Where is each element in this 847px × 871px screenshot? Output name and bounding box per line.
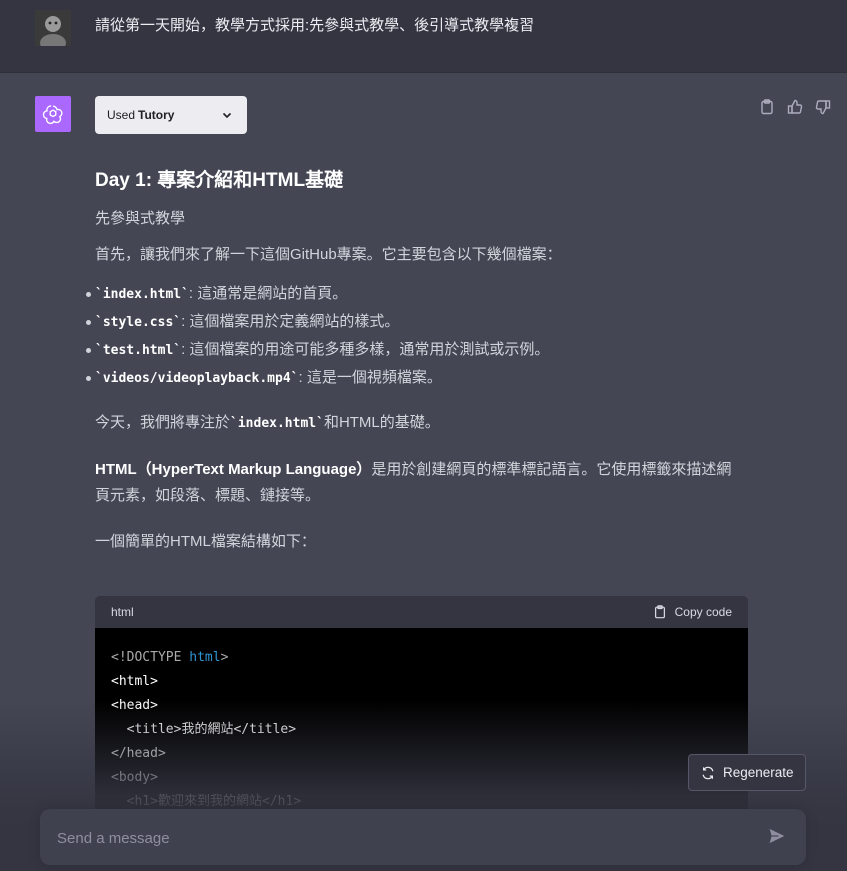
refresh-icon: [702, 766, 714, 779]
message-composer: [40, 809, 806, 867]
thumbs-up-icon[interactable]: [787, 99, 803, 115]
file-list: `index.html`: 這通常是網站的首頁。 `style.css`: 這個…: [86, 280, 745, 392]
inline-code: `test.html`: [95, 343, 182, 358]
copy-clipboard-icon[interactable]: [759, 99, 775, 115]
code-line: <body>: [111, 770, 158, 785]
section-label: 先參與式教學: [95, 210, 186, 227]
assistant-avatar: [35, 96, 71, 132]
code-content: <!DOCTYPE html> <html> <head> <title>我的網…: [95, 628, 748, 816]
code-line: <head>: [111, 698, 158, 713]
focus-text: 今天，我們將專注於: [95, 414, 231, 431]
regenerate-label: Regenerate: [723, 765, 794, 780]
code-line: <!DOCTYPE html>: [111, 650, 229, 665]
plugin-used-prefix: Used: [107, 108, 136, 122]
code-block: html Copy code <!DOCTYPE html> <html> <h…: [95, 596, 748, 816]
list-item-desc: : 這個檔案用於定義網站的樣式。: [181, 313, 400, 330]
response-heading: Day 1: 專案介紹和HTML基礎: [95, 170, 344, 191]
message-input[interactable]: [55, 809, 759, 867]
list-item: `index.html`: 這通常是網站的首頁。: [86, 280, 745, 308]
html-term: HTML（HyperText Markup Language）: [95, 461, 372, 478]
intro-paragraph: 首先，讓我們來了解一下這個GitHub專案。它主要包含以下幾個檔案：: [95, 246, 562, 263]
code-line: <html>: [111, 674, 158, 689]
plugin-used-dropdown[interactable]: Used Tutory: [95, 96, 247, 134]
user-message-text: 請從第一天開始，教學方式採用:先參與式教學、後引導式教學複習: [95, 17, 535, 34]
inline-code: `style.css`: [95, 315, 182, 330]
regenerate-button[interactable]: Regenerate: [688, 754, 806, 791]
list-item-desc: : 這是一個視頻檔案。: [298, 369, 442, 386]
feedback-actions: [759, 99, 831, 115]
plugin-name: Tutory: [138, 108, 175, 122]
code-line: <h1>歡迎來到我的網站</h1>: [111, 794, 302, 809]
thumbs-down-icon[interactable]: [815, 99, 831, 115]
list-item-desc: : 這通常是網站的首頁。: [188, 285, 348, 302]
list-item: `test.html`: 這個檔案的用途可能多種多樣，通常用於測試或示例。: [86, 336, 745, 364]
code-block-header: html Copy code: [95, 596, 748, 628]
copy-code-button[interactable]: Copy code: [653, 605, 732, 619]
user-avatar: [35, 10, 71, 46]
openai-logo-icon: [42, 105, 63, 125]
assistant-response: Day 1: 專案介紹和HTML基礎 先參與式教學 首先，讓我們來了解一下這個G…: [86, 166, 745, 565]
code-line: </head>: [111, 746, 166, 761]
list-item: `style.css`: 這個檔案用於定義網站的樣式。: [86, 308, 745, 336]
html-definition: HTML（HyperText Markup Language）是用於創建網頁的標…: [95, 457, 745, 509]
send-icon[interactable]: [768, 827, 788, 847]
structure-intro: 一個簡單的HTML檔案結構如下：: [95, 533, 316, 550]
inline-code: `index.html`: [95, 287, 189, 302]
clipboard-icon: [654, 605, 665, 619]
copy-code-label: Copy code: [674, 605, 732, 619]
user-message-row: 請從第一天開始，教學方式採用:先參與式教學、後引導式教學複習: [0, 0, 847, 73]
focus-text-end: 和HTML的基礎。: [323, 414, 440, 431]
focus-paragraph: 今天，我們將專注於`index.html`和HTML的基礎。: [95, 410, 745, 437]
chevron-down-icon: [222, 112, 232, 119]
inline-code: `videos/videoplayback.mp4`: [95, 371, 299, 386]
list-item-desc: : 這個檔案的用途可能多種多樣，通常用於測試或示例。: [181, 341, 550, 358]
code-language: html: [111, 605, 134, 619]
code-line: <title>我的網站</title>: [111, 722, 297, 737]
list-item: `videos/videoplayback.mp4`: 這是一個視頻檔案。: [86, 364, 745, 392]
inline-code: `index.html`: [230, 416, 324, 431]
